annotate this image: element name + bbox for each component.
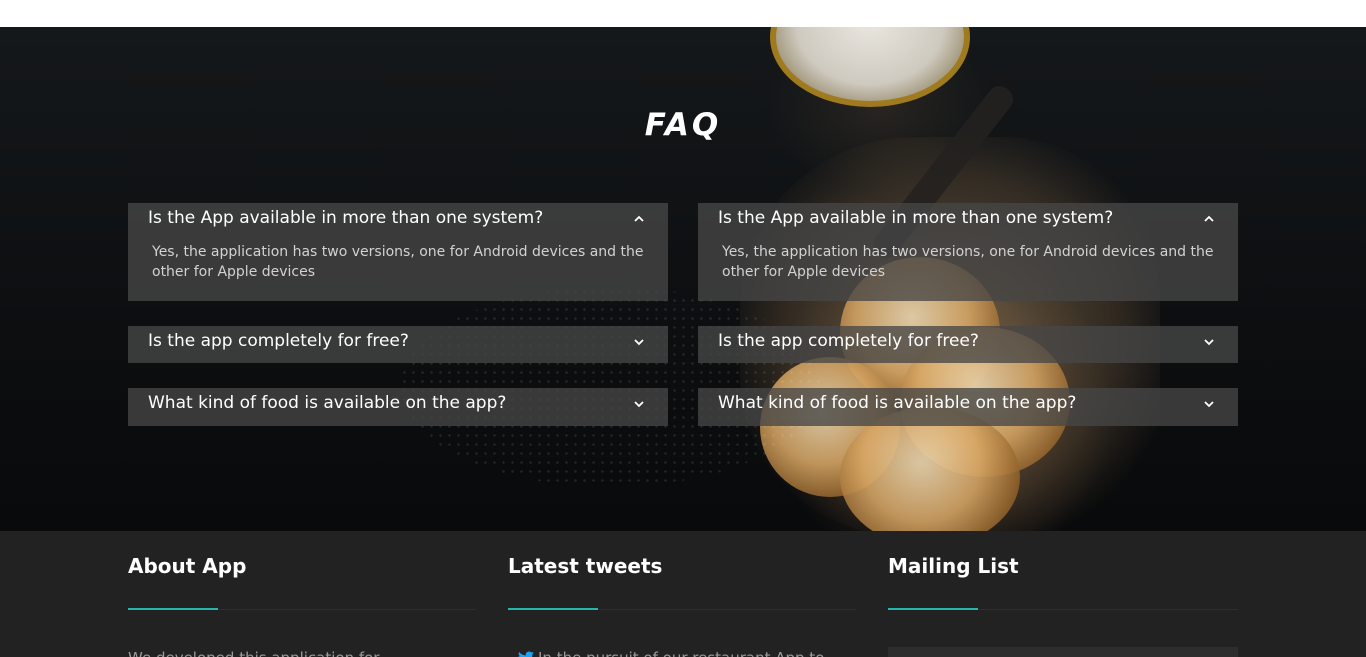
chevron-down-icon[interactable] (1202, 397, 1216, 411)
faq-item[interactable]: Is the app completely for free? (698, 326, 1238, 363)
accent-underline (128, 608, 218, 610)
faq-question[interactable]: Is the app completely for free? (148, 331, 409, 351)
faq-item[interactable]: Is the app completely for free? (128, 326, 668, 363)
background-sugar (400, 287, 820, 487)
chevron-up-icon[interactable] (1202, 212, 1216, 226)
faq-question[interactable]: What kind of food is available on the ap… (148, 393, 506, 413)
chevron-down-icon[interactable] (1202, 335, 1216, 349)
chevron-down-icon[interactable] (632, 397, 646, 411)
accent-underline (508, 608, 598, 610)
faq-question[interactable]: Is the app completely for free? (718, 331, 979, 351)
background-bowl (770, 27, 970, 107)
faq-answer: Yes, the application has two versions, o… (152, 244, 644, 280)
faq-question[interactable]: What kind of food is available on the ap… (718, 393, 1076, 413)
footer-about-text: We developed this application for (128, 649, 379, 657)
tweet-text: In the pursuit of our restaurant App to (538, 649, 824, 657)
faq-item[interactable]: What kind of food is available on the ap… (128, 388, 668, 426)
footer: About App We developed this application … (0, 531, 1366, 657)
faq-item-expanded[interactable]: Is the App available in more than one sy… (698, 203, 1238, 301)
faq-question[interactable]: Is the App available in more than one sy… (718, 208, 1113, 228)
faq-section: FAQ Is the App available in more than on… (0, 27, 1366, 531)
email-input[interactable] (888, 647, 1238, 657)
footer-tweets-title: Latest tweets (508, 554, 663, 578)
accent-underline (888, 608, 978, 610)
footer-mailing-title: Mailing List (888, 554, 1019, 578)
faq-title: FAQ (644, 107, 722, 143)
faq-item-expanded[interactable]: Is the App available in more than one sy… (128, 203, 668, 301)
top-bar (0, 0, 1366, 27)
faq-item[interactable]: What kind of food is available on the ap… (698, 388, 1238, 426)
chevron-up-icon[interactable] (632, 212, 646, 226)
footer-about-title: About App (128, 554, 247, 578)
chevron-down-icon[interactable] (632, 335, 646, 349)
faq-answer: Yes, the application has two versions, o… (722, 244, 1214, 280)
faq-question[interactable]: Is the App available in more than one sy… (148, 208, 543, 228)
twitter-icon[interactable] (518, 651, 534, 657)
